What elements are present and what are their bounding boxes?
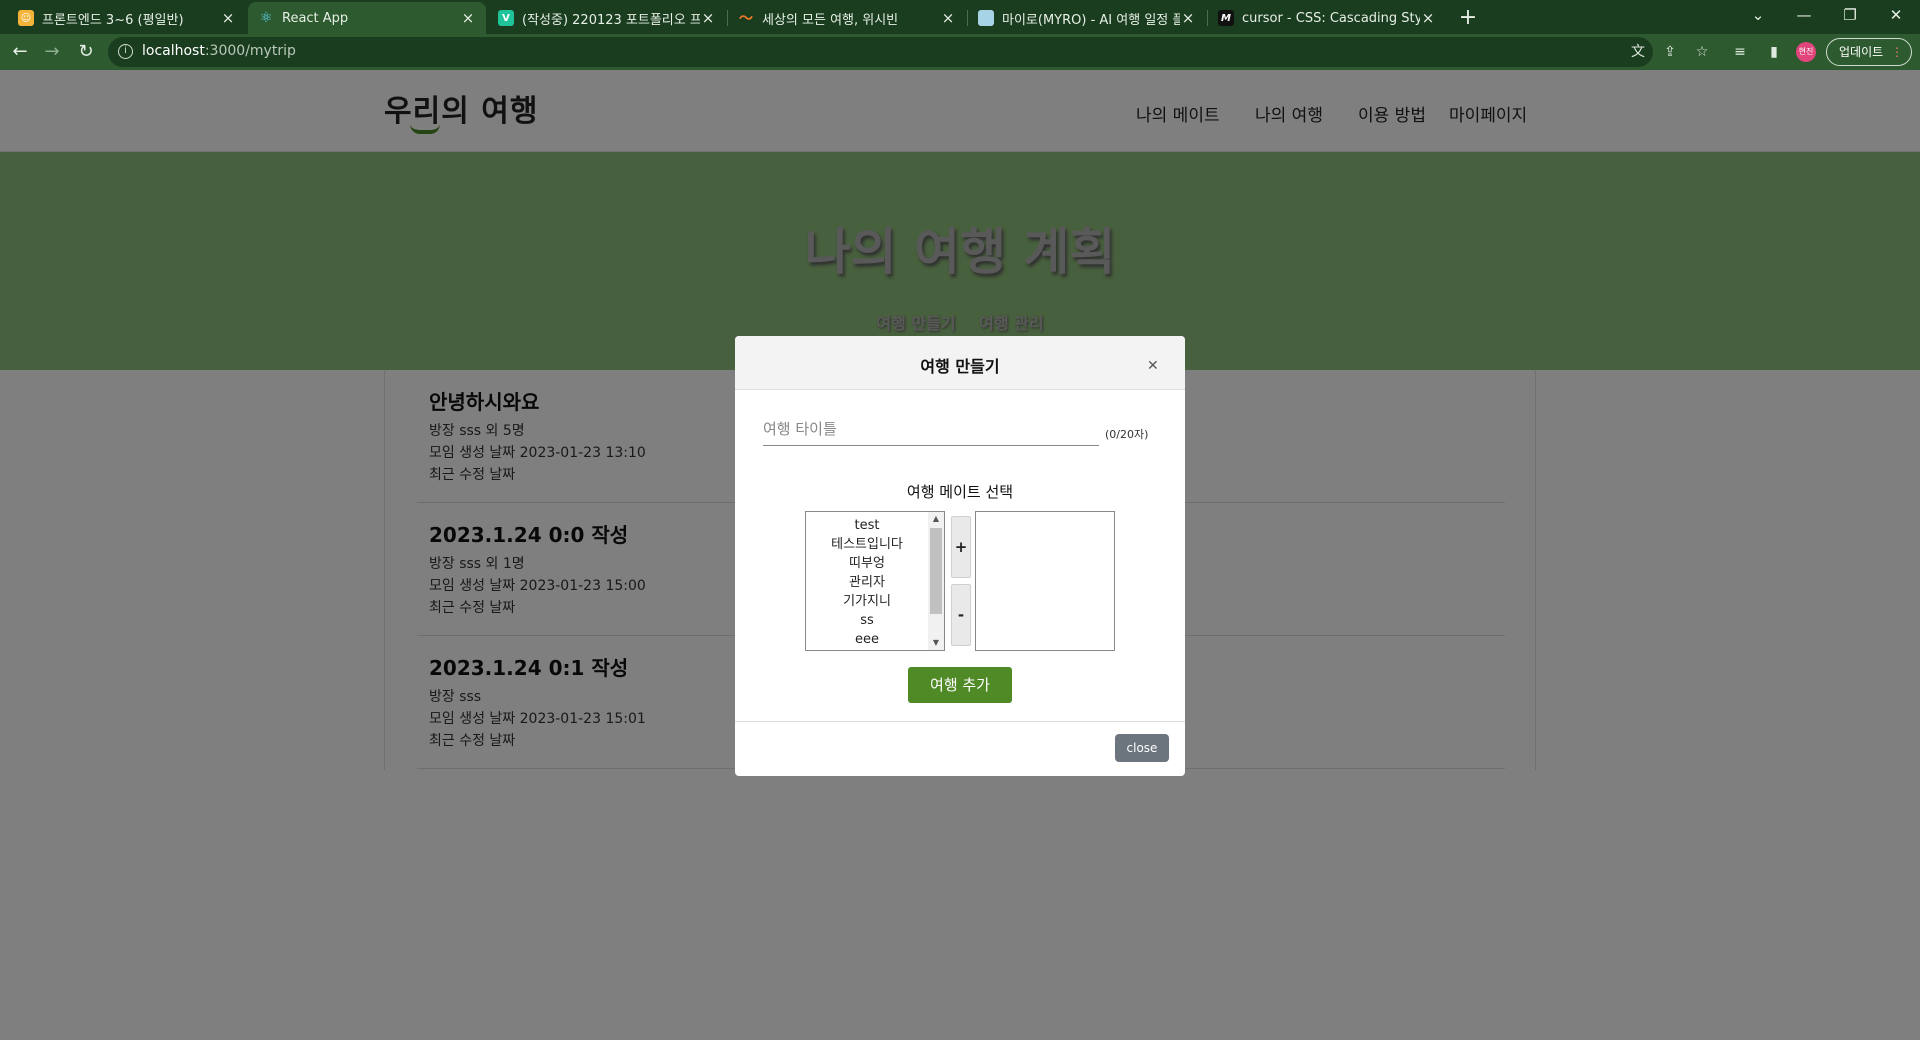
scrollbar-thumb[interactable] [930,528,942,614]
side-panel-icon[interactable]: ▮ [1764,42,1784,62]
window-close-icon[interactable]: ✕ [1874,0,1918,30]
close-tab-icon[interactable]: × [1180,9,1196,27]
add-trip-button[interactable]: 여행 추가 [908,667,1012,703]
v-icon: V [498,10,514,26]
mate-option[interactable]: 띠부엉 [806,554,928,573]
browser-tab[interactable]: M cursor - CSS: Cascading Style Sh × [1208,2,1446,34]
share-icon[interactable]: ⇪ [1660,42,1680,62]
browser-tab-active[interactable]: ⚛ React App × [248,2,486,34]
forward-icon[interactable]: → [38,38,66,66]
mate-option[interactable]: ss [806,611,928,630]
selected-mates-list[interactable] [975,511,1115,651]
url-text: localhost:3000/mytrip [142,43,296,59]
translate-icon[interactable]: 文 [1628,42,1648,62]
close-button[interactable]: close [1115,734,1169,762]
char-count: (0/20자) [1105,428,1149,441]
bookmark-star-icon[interactable]: ☆ [1692,42,1712,62]
tab-title: cursor - CSS: Cascading Style Sh [1242,10,1420,26]
close-tab-icon[interactable]: × [940,9,956,27]
address-bar[interactable]: i localhost:3000/mytrip 文 ⇪ ☆ [108,37,1708,67]
scroll-down-icon[interactable]: ▼ [928,636,944,650]
restore-icon[interactable]: ❐ [1828,0,1872,30]
modal-footer: close [735,721,1185,776]
mate-select-label: 여행 메이트 선택 [906,483,1014,501]
more-menu-icon: ⋮ [1891,45,1903,59]
minimize-icon[interactable]: — [1782,0,1826,30]
myro-icon [978,10,994,26]
tab-title: (작성중) 220123 포트폴리오 프로 [522,12,700,28]
close-tab-icon[interactable]: × [700,9,716,27]
mate-options-list[interactable]: test 테스트입니다 띠부엉 관리자 기가지니 ss eee ▲ ▼ [805,511,945,651]
create-trip-modal: 여행 만들기 ✕ (0/20자) 여행 메이트 선택 test 테스트입니다 띠… [735,336,1185,776]
remove-mate-button[interactable]: - [951,584,971,646]
mate-option[interactable]: eee [806,630,928,649]
close-tab-icon[interactable]: × [460,9,476,27]
profile-avatar[interactable]: 현진 [1796,42,1816,62]
tab-title: 프론트엔드 3~6 (평일반) [42,12,184,28]
modal-header: 여행 만들기 ✕ [735,336,1185,390]
url-host: localhost [142,43,205,59]
mate-option[interactable]: 기가지니 [806,592,928,611]
close-tab-icon[interactable]: × [220,9,236,27]
site-info-icon[interactable]: i [118,44,133,59]
update-label: 업데이트 [1839,45,1884,59]
mdn-icon: M [1218,10,1234,26]
emoji-face-icon: ☺ [18,10,34,26]
new-tab-icon[interactable]: + [1454,4,1482,32]
trip-title-input[interactable] [763,412,1099,446]
close-icon[interactable]: ✕ [1147,358,1159,374]
browser-tab[interactable]: ☺ 프론트엔드 3~6 (평일반) × [8,2,246,34]
react-icon: ⚛ [259,10,273,26]
mate-list-scrollbar[interactable]: ▲ ▼ [928,512,944,650]
modal-title: 여행 만들기 [920,357,1000,376]
browser-tab[interactable]: 〜 세상의 모든 여행, 위시빈 × [728,2,966,34]
browser-tab[interactable]: 마이로(MYRO) - AI 여행 일정 플 × [968,2,1206,34]
reload-icon[interactable]: ↻ [72,38,100,66]
tab-title: 세상의 모든 여행, 위시빈 [762,12,899,28]
mate-option[interactable]: 테스트입니다 [806,535,928,554]
close-tab-icon[interactable]: × [1420,9,1436,27]
back-icon[interactable]: ← [6,38,34,66]
page-viewport: 우리의 여행 나의 메이트 나의 여행 이용 방법 마이페이지 나의 여행 계획… [0,70,1920,1040]
browser-toolbar: ← → ↻ i localhost:3000/mytrip 文 ⇪ ☆ ≡ ▮ … [0,34,1920,70]
update-button[interactable]: 업데이트 ⋮ [1826,38,1912,66]
mate-option[interactable]: test [806,516,928,535]
reading-list-icon[interactable]: ≡ [1730,42,1750,62]
wishbeen-icon: 〜 [739,11,753,27]
tab-title: React App [282,10,349,26]
tab-search-icon[interactable]: ⌄ [1736,0,1780,30]
add-mate-button[interactable]: + [951,516,971,578]
url-path: :3000/mytrip [204,43,296,59]
mate-option[interactable]: 관리자 [806,573,928,592]
tab-title: 마이로(MYRO) - AI 여행 일정 플 [1002,12,1180,28]
browser-tab-strip: ☺ 프론트엔드 3~6 (평일반) × ⚛ React App × V (작성중… [0,0,1920,34]
browser-tab[interactable]: V (작성중) 220123 포트폴리오 프로 × [488,2,726,34]
scroll-up-icon[interactable]: ▲ [928,512,944,526]
